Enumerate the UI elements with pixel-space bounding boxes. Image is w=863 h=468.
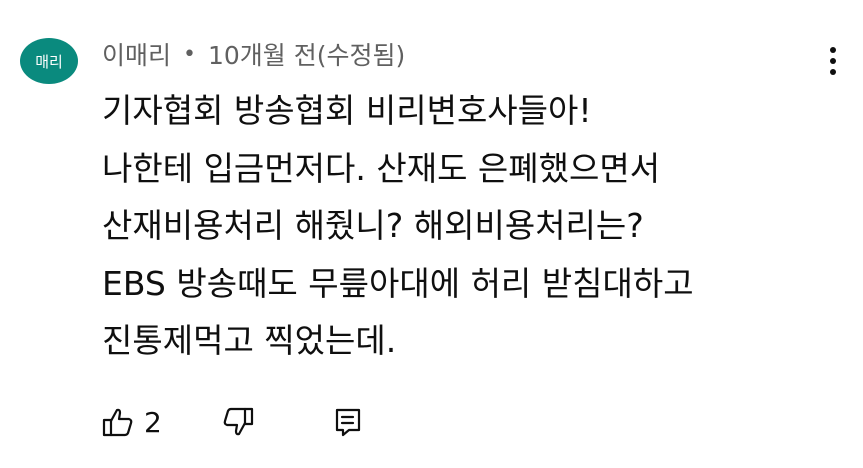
comment-time[interactable]: 10개월 전	[208, 36, 317, 72]
comment-line: 기자협회 방송협회 비리변호사들아!	[102, 91, 592, 130]
comment-line: 진통제먹고 찍었는데.	[102, 321, 397, 360]
like-count: 2	[144, 405, 162, 439]
comment-line: EBS 방송때도 무릎아대에 허리 받침대하고	[102, 263, 694, 303]
reply-icon	[335, 408, 361, 437]
comment-header: 이매리 • 10개월 전 (수정됨)	[102, 34, 405, 74]
comment-line: 산재비용처리 해줬니? 해외비용처리는?	[102, 206, 644, 245]
separator-dot: •	[183, 41, 196, 67]
thumb-up-icon	[102, 408, 133, 437]
comment-actions: 2	[100, 401, 400, 443]
comment-line: 나한테 입금먼저다. 산재도 은폐했으면서	[102, 148, 661, 188]
edited-label: (수정됨)	[316, 41, 406, 70]
reply-button[interactable]	[332, 401, 364, 443]
more-options-button[interactable]	[825, 44, 841, 80]
like-button[interactable]: 2	[100, 401, 162, 443]
avatar-label: 매리	[35, 52, 63, 71]
dislike-button[interactable]	[220, 401, 256, 443]
avatar[interactable]: 매리	[20, 38, 78, 84]
thumb-down-icon	[223, 407, 254, 436]
author-name[interactable]: 이매리	[102, 36, 171, 72]
comment-text: 기자협회 방송협회 비리변호사들아! 나한테 입금먼저다. 산재도 은폐했으면서…	[102, 82, 822, 370]
more-vert-icon	[830, 47, 836, 75]
